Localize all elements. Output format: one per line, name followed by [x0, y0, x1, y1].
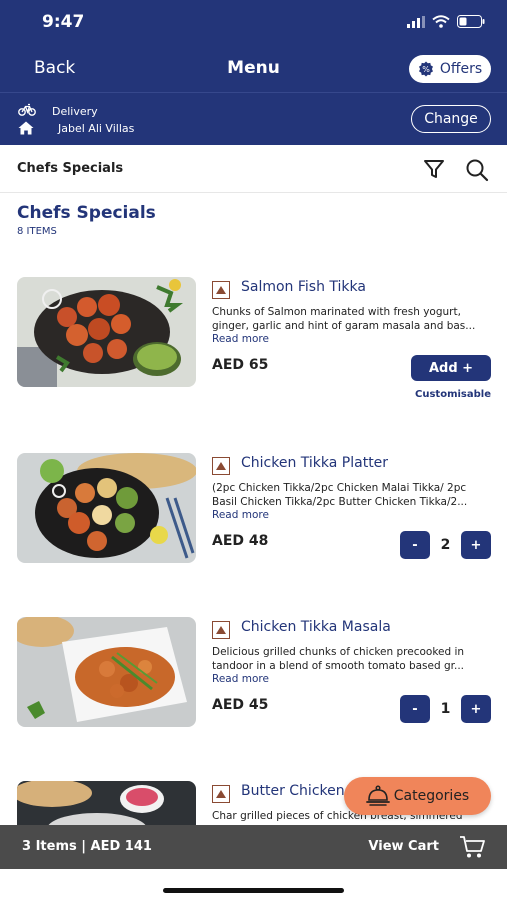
- view-cart-button[interactable]: View Cart: [368, 839, 439, 854]
- signal-icon: [407, 15, 425, 28]
- item-description: Chunks of Salmon marinated with fresh yo…: [212, 306, 476, 332]
- status-icons: [407, 15, 485, 28]
- quantity-stepper: - 1 +: [400, 695, 491, 723]
- food-image[interactable]: [17, 781, 196, 825]
- read-more-link[interactable]: Read more: [212, 333, 269, 345]
- item-name[interactable]: Salmon Fish Tikka: [241, 279, 366, 295]
- food-image[interactable]: [17, 277, 196, 387]
- cloche-icon: [365, 785, 390, 806]
- section-item-count: 8 ITEMS: [17, 226, 57, 237]
- app-header: 9:47 Back Menu % Offers: [0, 0, 507, 92]
- search-icon[interactable]: [465, 158, 489, 182]
- read-more-link[interactable]: Read more: [212, 509, 269, 521]
- cart-icon[interactable]: [459, 835, 485, 859]
- home-indicator: [163, 888, 344, 893]
- increase-quantity-button[interactable]: +: [461, 695, 491, 723]
- non-veg-indicator-icon: [212, 457, 230, 475]
- decrease-quantity-button[interactable]: -: [400, 531, 430, 559]
- filter-icon[interactable]: [423, 158, 445, 180]
- svg-text:%: %: [422, 65, 430, 74]
- menu-item: Chicken Tikka Masala Delicious grilled c…: [0, 617, 507, 767]
- categories-button[interactable]: Categories: [344, 777, 491, 815]
- item-price: AED 45: [212, 697, 269, 713]
- battery-icon: [457, 15, 485, 28]
- increase-quantity-button[interactable]: +: [461, 531, 491, 559]
- item-name[interactable]: Chicken Tikka Platter: [241, 455, 388, 471]
- cart-bar[interactable]: 3 Items | AED 141 View Cart: [0, 825, 507, 869]
- food-image[interactable]: [17, 453, 196, 563]
- non-veg-indicator-icon: [212, 281, 230, 299]
- delivery-location: Jabel Ali Villas: [58, 122, 135, 135]
- status-time: 9:47: [42, 12, 85, 32]
- item-description: (2pc Chicken Tikka/2pc Chicken Malai Tik…: [212, 482, 468, 508]
- non-veg-indicator-icon: [212, 785, 230, 803]
- change-location-button[interactable]: Change: [411, 105, 491, 133]
- menu-item: Chicken Tikka Platter (2pc Chicken Tikka…: [0, 453, 507, 603]
- add-to-cart-button[interactable]: Add +: [411, 355, 491, 381]
- home-icon: [18, 121, 34, 135]
- non-veg-indicator-icon: [212, 621, 230, 639]
- quantity-value: 2: [440, 537, 451, 553]
- item-price: AED 48: [212, 533, 269, 549]
- offers-label: Offers: [439, 61, 483, 77]
- category-bar: Chefs Specials: [0, 145, 507, 193]
- quantity-stepper: - 2 +: [400, 531, 491, 559]
- item-name[interactable]: Butter Chicken: [241, 783, 345, 799]
- food-image[interactable]: [17, 617, 196, 727]
- offers-button[interactable]: % Offers: [409, 55, 491, 83]
- section-title: Chefs Specials: [17, 203, 156, 223]
- decrease-quantity-button[interactable]: -: [400, 695, 430, 723]
- categories-label: Categories: [393, 788, 470, 804]
- wifi-icon: [432, 15, 450, 28]
- bicycle-icon: [18, 103, 36, 116]
- cart-summary: 3 Items | AED 141: [22, 839, 152, 854]
- delivery-bar: Delivery Jabel Ali Villas Change: [0, 92, 507, 145]
- read-more-link[interactable]: Read more: [212, 673, 269, 685]
- item-name[interactable]: Chicken Tikka Masala: [241, 619, 391, 635]
- item-description: Delicious grilled chunks of chicken prec…: [212, 646, 465, 672]
- customisable-label: Customisable: [415, 389, 491, 400]
- menu-item: Salmon Fish Tikka Chunks of Salmon marin…: [0, 277, 507, 427]
- current-category[interactable]: Chefs Specials: [17, 161, 123, 176]
- delivery-mode: Delivery: [52, 105, 98, 118]
- offer-badge-icon: %: [418, 61, 433, 77]
- quantity-value: 1: [440, 701, 451, 717]
- item-price: AED 65: [212, 357, 269, 373]
